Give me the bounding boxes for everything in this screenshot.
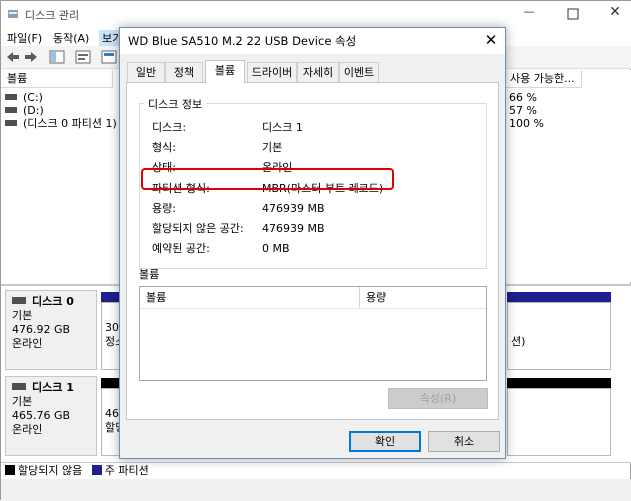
maximize-icon[interactable] [563, 5, 583, 23]
field-value-reserved-space: 0 MB [262, 242, 290, 255]
status-bar [1, 479, 631, 501]
free-percent: 57 % [509, 104, 537, 117]
free-percent: 100 % [509, 117, 544, 130]
drive-icon [5, 94, 17, 100]
partition-size: 300 [105, 321, 120, 334]
legend-label-primary: 주 파티션 [104, 464, 149, 477]
column-header-volume[interactable]: 볼륨 [1, 70, 113, 88]
legend-swatch-unallocated [5, 465, 15, 475]
partition-label-fragment: 션) [511, 335, 526, 348]
properties-icon[interactable] [101, 50, 117, 64]
disk-size: 476.92 GB [12, 323, 71, 336]
volume-row[interactable]: (D:) [5, 104, 44, 117]
partition-status: 정스 [105, 335, 120, 348]
drive-icon [5, 120, 17, 126]
back-icon[interactable] [5, 50, 21, 64]
ok-button[interactable]: 확인 [349, 431, 421, 452]
tab-volumes[interactable]: 볼륨 [205, 60, 245, 83]
unallocated-status: 할딩 [105, 421, 120, 434]
disk-0-partition-bar [101, 292, 121, 302]
forward-icon[interactable] [23, 50, 39, 64]
drive-icon [5, 107, 17, 113]
column-header-free-percent[interactable]: 사용 가능한... [504, 70, 582, 88]
volume-row[interactable]: (C:) [5, 91, 43, 104]
disk-1-unallocated-right[interactable] [507, 388, 611, 456]
device-properties-dialog: WD Blue SA510 M.2 22 USB Device 속성 ✕ 일반 … [119, 27, 506, 459]
tab-policies[interactable]: 정책 [165, 62, 203, 82]
disk-status: 온라인 [12, 423, 43, 436]
field-value-disk: 디스크 1 [262, 121, 303, 134]
help-icon[interactable] [75, 50, 91, 64]
legend-label-unallocated: 할당되지 않음 [18, 464, 83, 477]
legend-swatch-primary [91, 465, 102, 475]
main-titlebar: 디스크 관리 — ✕ [1, 1, 631, 28]
dialog-close-icon[interactable]: ✕ [481, 31, 501, 51]
field-label-disk: 디스크: [152, 121, 187, 134]
volume-name: (디스크 0 파티션 1) [23, 117, 117, 130]
volume-row[interactable]: (디스크 0 파티션 1) [5, 117, 117, 130]
dialog-titlebar: WD Blue SA510 M.2 22 USB Device 속성 ✕ [120, 28, 505, 54]
field-label-capacity: 용량: [152, 202, 176, 215]
volumes-group-label: 볼륨 [139, 268, 160, 281]
volumes-table[interactable]: 볼륨 용량 [139, 286, 487, 381]
disk-0-partition-right[interactable]: 션) [507, 302, 611, 370]
field-value-unallocated-space: 476939 MB [262, 222, 325, 235]
tab-events[interactable]: 이벤트 [339, 62, 379, 82]
cancel-button[interactable]: 취소 [428, 431, 500, 452]
dialog-title: WD Blue SA510 M.2 22 USB Device 속성 [128, 34, 357, 48]
disk-type: 기본 [12, 309, 33, 322]
field-label-type: 형식: [152, 141, 176, 154]
close-icon[interactable]: ✕ [605, 4, 625, 22]
menu-file[interactable]: 파일(F) [7, 30, 42, 46]
column-header-volume[interactable]: 볼륨 [140, 287, 360, 309]
disk-1-unallocated-bar-right [507, 378, 611, 388]
field-label-unallocated-space: 할당되지 않은 공간: [152, 222, 244, 235]
disk-0-title-row: 디스크 0 [12, 295, 90, 309]
tab-driver[interactable]: 드라이버 [247, 62, 297, 82]
properties-button[interactable]: 속성(R) [388, 388, 488, 409]
field-label-reserved-space: 예약된 공간: [152, 242, 210, 255]
volumes-tab-panel: 디스크 정보 디스크: 디스크 1 형식: 기본 상태: 온라인 파티션 형식:… [126, 82, 499, 420]
show-hide-tree-icon[interactable] [49, 50, 65, 64]
disk-1-title-row: 디스크 1 [12, 381, 90, 395]
menu-action[interactable]: 동작(A) [53, 30, 89, 46]
volume-name: (D:) [23, 104, 44, 117]
disk-0-info[interactable]: 디스크 0 기본 476.92 GB 온라인 [5, 290, 97, 370]
unallocated-size: 465 [105, 407, 120, 420]
tab-general[interactable]: 일반 [127, 62, 165, 82]
disk-status: 온라인 [12, 337, 43, 350]
volume-name: (C:) [23, 91, 43, 104]
field-value-type: 기본 [262, 141, 283, 154]
disk-info-group-label: 디스크 정보 [144, 96, 207, 112]
disk-0-partition-bar-right [507, 292, 611, 302]
tab-details[interactable]: 자세히 [297, 62, 339, 82]
disk-1-info[interactable]: 디스크 1 기본 465.76 GB 온라인 [5, 376, 97, 456]
disk-type: 기본 [12, 395, 33, 408]
disk-icon [12, 297, 26, 304]
legend: 할당되지 않음 주 파티션 [1, 462, 631, 479]
partition-style-highlight [141, 168, 394, 190]
disk-0-partition[interactable]: 300 정스 [101, 302, 121, 370]
disk-icon [12, 383, 26, 390]
main-window-title: 디스크 관리 [25, 9, 80, 22]
disk-size: 465.76 GB [12, 409, 71, 422]
minimize-icon[interactable]: — [519, 5, 539, 23]
field-value-capacity: 476939 MB [262, 202, 325, 215]
column-header-capacity[interactable]: 용량 [360, 287, 486, 309]
free-percent: 66 % [509, 91, 537, 104]
app-icon [7, 8, 19, 20]
disk-1-unallocated[interactable]: 465 할딩 [101, 388, 121, 456]
disk-name: 디스크 1 [32, 381, 74, 394]
disk-name: 디스크 0 [32, 295, 74, 308]
disk-1-unallocated-bar [101, 378, 121, 388]
